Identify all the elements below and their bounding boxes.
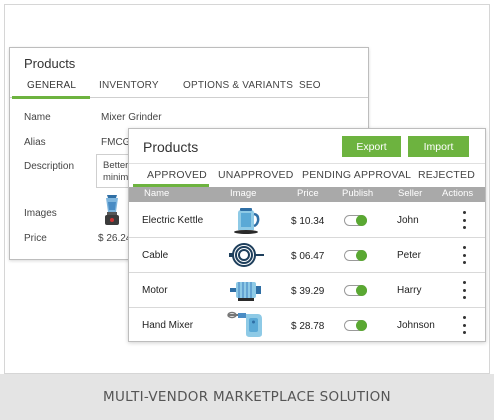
publish-toggle[interactable] xyxy=(344,215,367,226)
toggle-knob xyxy=(356,215,367,226)
column-header-actions: Actions xyxy=(442,188,474,199)
tab-general[interactable]: GENERAL xyxy=(27,80,76,91)
product-name: Hand Mixer xyxy=(142,320,194,331)
tab-unapproved[interactable]: UNAPPROVED xyxy=(218,169,294,181)
toggle-knob xyxy=(356,250,367,261)
more-actions-icon[interactable] xyxy=(461,316,467,334)
alias-field[interactable]: FMCG xyxy=(101,137,130,148)
column-header-publish: Publish xyxy=(342,188,374,199)
name-label: Name xyxy=(24,112,51,123)
tab-approved[interactable]: APPROVED xyxy=(147,169,207,181)
product-price: $ 39.29 xyxy=(291,286,325,297)
caption-banner: MULTI-VENDOR MARKETPLACE SOLUTION xyxy=(0,374,494,420)
seller-name: Johnson xyxy=(397,320,435,331)
publish-toggle[interactable] xyxy=(344,320,367,331)
cable-icon xyxy=(226,240,266,270)
column-header-seller: Seller xyxy=(398,188,423,199)
table-header: Name Image Price Publish Seller Actions xyxy=(129,187,485,202)
table-row[interactable]: Electric Kettle $ 10.34 John xyxy=(129,203,485,238)
price-label: Price xyxy=(24,233,47,244)
more-actions-icon[interactable] xyxy=(461,211,467,229)
column-header-name: Name xyxy=(144,188,170,199)
description-label: Description xyxy=(24,161,75,172)
tab-options-variants[interactable]: OPTIONS & VARIANTS xyxy=(183,80,293,91)
caption-text: MULTI-VENDOR MARKETPLACE SOLUTION xyxy=(103,389,391,405)
product-list-title: Products xyxy=(143,139,199,155)
publish-toggle[interactable] xyxy=(344,285,367,296)
alias-label: Alias xyxy=(24,137,46,148)
table-row[interactable]: Motor $ 39.29 Harry xyxy=(129,273,485,308)
import-button[interactable]: Import xyxy=(408,136,469,157)
table-row[interactable]: Cable $ 06.47 Peter xyxy=(129,238,485,273)
price-field[interactable]: $ 26.24 xyxy=(98,233,131,244)
seller-name: Harry xyxy=(397,285,422,296)
product-edit-title: Products xyxy=(24,56,76,71)
table-row[interactable]: Hand Mixer $ 28.78 Johnson xyxy=(129,308,485,343)
more-actions-icon[interactable] xyxy=(461,246,467,264)
approval-tabs: APPROVED UNAPPROVED PENDING APPROVAL REJ… xyxy=(129,163,485,187)
motor-icon xyxy=(226,275,266,305)
export-button[interactable]: Export xyxy=(342,136,401,157)
toggle-knob xyxy=(356,285,367,296)
active-tab-indicator xyxy=(12,96,90,99)
column-header-image: Image xyxy=(230,188,257,199)
publish-toggle[interactable] xyxy=(344,250,367,261)
tab-rejected[interactable]: REJECTED xyxy=(418,169,475,181)
product-price: $ 10.34 xyxy=(291,216,325,227)
blender-icon xyxy=(102,194,122,231)
seller-name: John xyxy=(397,215,419,226)
product-list-panel: Products Export Import APPROVED UNAPPROV… xyxy=(128,128,486,342)
product-price: $ 06.47 xyxy=(291,251,325,262)
more-actions-icon[interactable] xyxy=(461,281,467,299)
product-edit-tabs: GENERAL INVENTORY OPTIONS & VARIANTS SEO xyxy=(10,76,368,99)
product-price: $ 28.78 xyxy=(291,321,325,332)
images-label: Images xyxy=(24,208,57,219)
product-name: Motor xyxy=(142,285,168,296)
tab-pending-approval[interactable]: PENDING APPROVAL xyxy=(302,169,411,181)
tab-seo[interactable]: SEO xyxy=(299,80,321,91)
product-name: Cable xyxy=(142,250,169,261)
name-field[interactable]: Mixer Grinder xyxy=(101,112,162,123)
column-header-price: Price xyxy=(297,188,319,199)
toggle-knob xyxy=(356,320,367,331)
tab-inventory[interactable]: INVENTORY xyxy=(99,80,159,91)
electric-kettle-icon xyxy=(226,205,266,235)
hand-mixer-icon xyxy=(226,310,266,340)
seller-name: Peter xyxy=(397,250,421,261)
product-name: Electric Kettle xyxy=(142,215,204,226)
